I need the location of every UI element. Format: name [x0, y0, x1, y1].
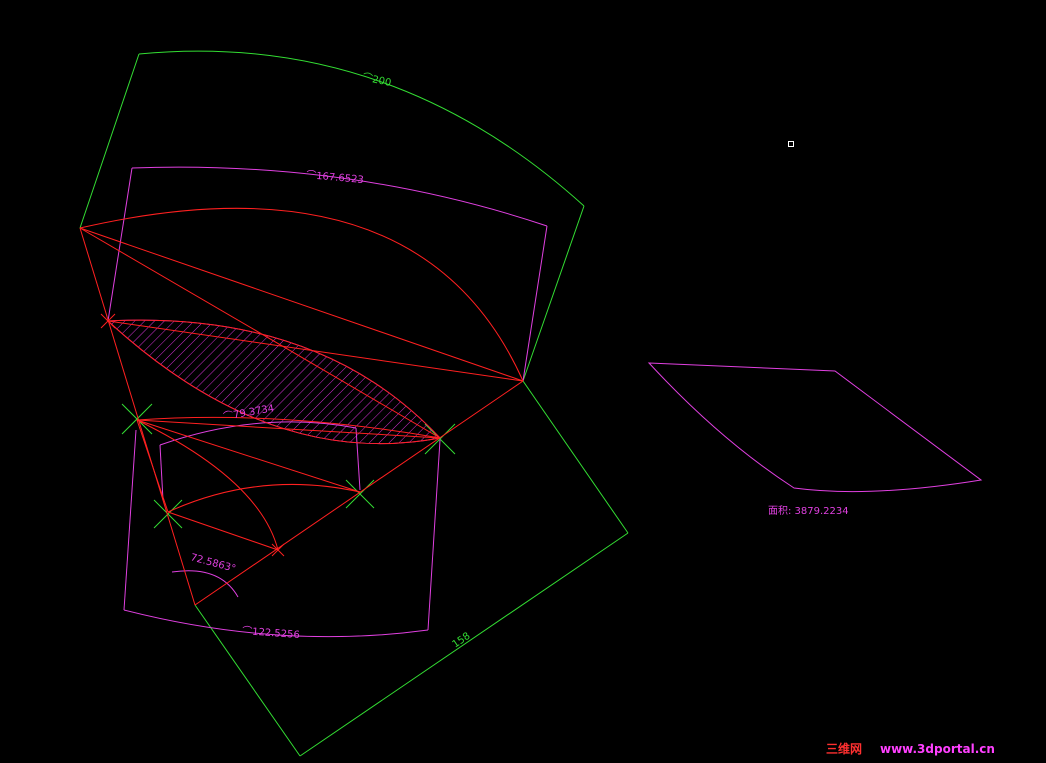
dim-text-length: 158 — [451, 631, 473, 651]
green-extension-line-top-right — [522, 205, 585, 382]
extracted-lens-shape — [647, 362, 983, 493]
dim-text-upper-arc: ⌒167.6523 — [306, 169, 365, 186]
green-extension-line-top-left — [79, 53, 140, 229]
magenta-lower-right-ext — [427, 439, 441, 631]
watermark-url: www.3dportal.cn — [880, 742, 995, 756]
magenta-extension-right — [522, 225, 548, 382]
cursor-pickbox — [788, 141, 794, 147]
magenta-lower-left-ext — [123, 429, 137, 611]
green-extension-line-diagonal — [522, 380, 629, 534]
red-arc-inner — [167, 483, 361, 513]
magenta-angle-arc — [171, 570, 239, 598]
dim-text-outer-arc: ⌒200 — [361, 71, 392, 89]
watermark-cn: 三维网 — [826, 741, 862, 756]
area-label: 面积: 3879.2234 — [768, 505, 849, 517]
dim-text-lower-arc: ⌒122.5256 — [242, 625, 300, 641]
red-line-inner — [167, 511, 279, 551]
cad-drawing-canvas[interactable]: ⌒200 ⌒167.6523 ⌒79.3734 72.5863° ⌒122.52… — [0, 0, 1046, 763]
